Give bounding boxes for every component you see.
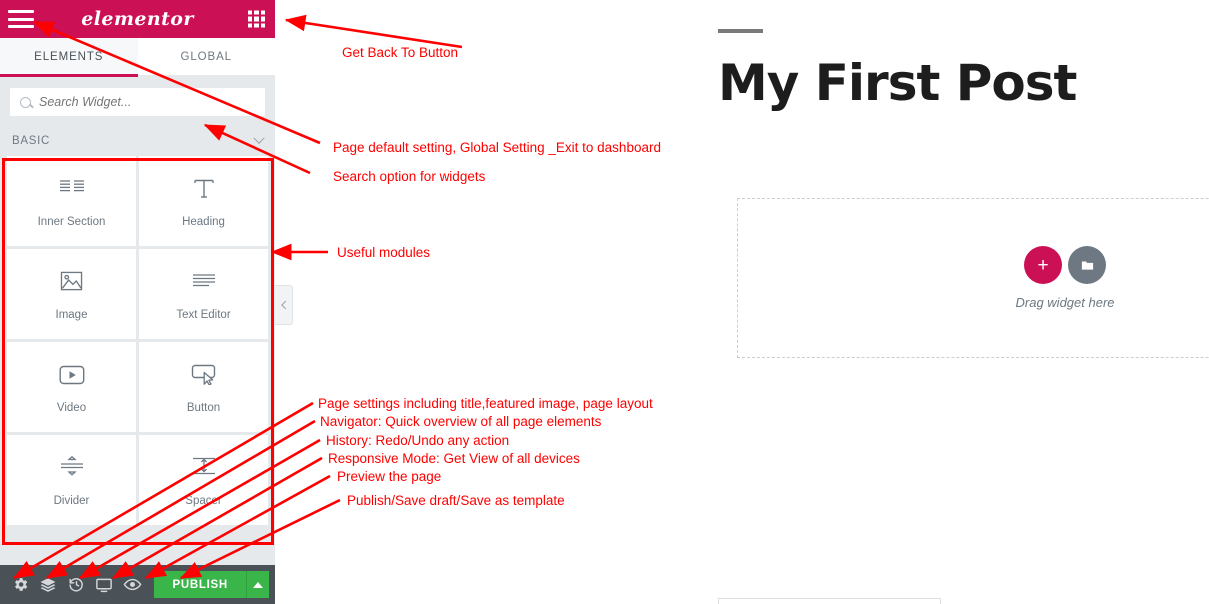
plus-icon: + bbox=[1037, 254, 1049, 276]
eye-icon bbox=[123, 578, 142, 591]
widget-text-editor[interactable]: Text Editor bbox=[139, 249, 268, 339]
monitor-icon bbox=[96, 578, 113, 592]
caret-up-icon bbox=[252, 581, 263, 588]
apps-grid-icon[interactable] bbox=[248, 10, 265, 28]
search-icon bbox=[20, 96, 31, 108]
panel-collapse-toggle[interactable] bbox=[275, 285, 293, 325]
page-title: My First Post bbox=[718, 54, 1077, 112]
add-section-button[interactable]: + bbox=[1024, 246, 1062, 284]
widget-label: Heading bbox=[182, 215, 225, 228]
widget-label: Spacer bbox=[185, 494, 222, 507]
responsive-mode-button[interactable] bbox=[90, 565, 118, 604]
chevron-left-icon bbox=[280, 300, 290, 310]
image-icon bbox=[57, 268, 87, 296]
widget-divider[interactable]: Divider bbox=[7, 435, 136, 525]
widget-label: Image bbox=[55, 308, 88, 321]
button-cursor-icon bbox=[189, 361, 219, 389]
text-editor-icon bbox=[189, 268, 219, 296]
panel-header: elementor bbox=[0, 0, 275, 38]
elementor-widget-panel: elementor ELEMENTS GLOBAL BASIC Inner Se bbox=[0, 0, 275, 604]
widget-label: Video bbox=[56, 401, 87, 414]
spacer-icon bbox=[189, 454, 219, 482]
widget-spacer[interactable]: Spacer bbox=[139, 435, 268, 525]
search-widget-box[interactable] bbox=[9, 87, 266, 117]
drop-zone[interactable]: + Drag widget here bbox=[737, 198, 1209, 358]
editor-canvas: My First Post + Drag widget here bbox=[275, 0, 1209, 604]
widget-label: Inner Section bbox=[37, 215, 106, 228]
elementor-editor-screen: elementor ELEMENTS GLOBAL BASIC Inner Se bbox=[0, 0, 1209, 604]
publish-button[interactable]: PUBLISH bbox=[154, 571, 246, 598]
navigator-button[interactable] bbox=[34, 565, 62, 604]
folder-icon bbox=[1081, 260, 1093, 270]
widget-grid: Inner Section Heading Image Text Editor Vide… bbox=[0, 156, 275, 525]
widget-label: Divider bbox=[53, 494, 90, 507]
settings-button[interactable] bbox=[6, 565, 34, 604]
panel-tabs: ELEMENTS GLOBAL bbox=[0, 38, 275, 77]
widget-label: Button bbox=[186, 401, 221, 414]
layers-icon bbox=[40, 577, 56, 592]
hamburger-bar bbox=[8, 25, 34, 28]
inner-section-icon bbox=[57, 175, 87, 203]
gear-icon bbox=[14, 578, 27, 591]
search-input[interactable] bbox=[39, 95, 255, 109]
hamburger-bar bbox=[8, 17, 34, 21]
widget-image[interactable]: Image bbox=[7, 249, 136, 339]
hamburger-bar bbox=[8, 10, 34, 13]
history-button[interactable] bbox=[62, 565, 90, 604]
chevron-down-icon[interactable] bbox=[253, 132, 265, 144]
drop-zone-label: Drag widget here bbox=[1015, 295, 1115, 310]
title-rule bbox=[718, 29, 763, 33]
drop-zone-buttons: + bbox=[1024, 246, 1106, 284]
history-clock-icon bbox=[69, 578, 83, 592]
hamburger-menu-icon[interactable] bbox=[8, 10, 34, 28]
section-header-basic[interactable]: BASIC bbox=[0, 126, 275, 156]
tab-elements[interactable]: ELEMENTS bbox=[0, 38, 138, 77]
editor-bottom-toolbar: PUBLISH bbox=[0, 565, 275, 604]
tab-global[interactable]: GLOBAL bbox=[137, 38, 275, 75]
canvas-bottom-placeholder bbox=[718, 598, 941, 604]
search-section bbox=[0, 77, 275, 126]
add-template-button[interactable] bbox=[1068, 246, 1106, 284]
tab-global-label: GLOBAL bbox=[180, 50, 232, 63]
publish-options-button[interactable] bbox=[245, 571, 269, 598]
widget-inner-section[interactable]: Inner Section bbox=[7, 156, 136, 246]
widget-video[interactable]: Video bbox=[7, 342, 136, 432]
preview-button[interactable] bbox=[118, 565, 146, 604]
widget-label: Text Editor bbox=[176, 308, 231, 321]
tab-elements-label: ELEMENTS bbox=[34, 50, 104, 63]
widget-button[interactable]: Button bbox=[139, 342, 268, 432]
widget-heading[interactable]: Heading bbox=[139, 156, 268, 246]
video-play-icon bbox=[57, 361, 87, 389]
elementor-logo: elementor bbox=[81, 8, 194, 30]
section-basic-label: BASIC bbox=[12, 135, 51, 147]
heading-text-icon bbox=[189, 175, 219, 203]
divider-icon bbox=[57, 454, 87, 482]
